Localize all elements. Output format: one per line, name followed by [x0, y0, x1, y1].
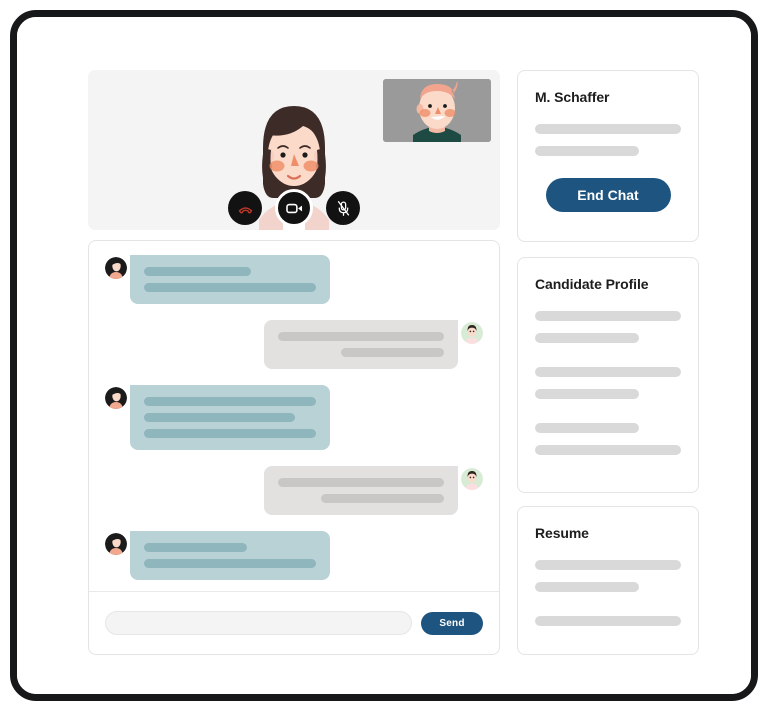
message-text-line — [278, 478, 444, 487]
message-bubble — [264, 320, 458, 369]
contact-name: M. Schaffer — [535, 89, 610, 105]
chat-message-right — [105, 320, 483, 369]
avatar-recruiter-icon — [461, 322, 483, 344]
microphone-muted-icon — [337, 200, 349, 216]
skeleton-line — [535, 311, 681, 321]
device-frame: Send M. Schaffer End Chat Candidate Prof… — [10, 10, 758, 701]
chat-message-left — [105, 531, 483, 580]
message-text-line — [341, 348, 444, 357]
message-text-line — [321, 494, 444, 503]
avatar-candidate — [105, 387, 127, 409]
candidate-profile-title: Candidate Profile — [535, 276, 649, 292]
skeleton-line — [535, 582, 639, 592]
man-illustration — [383, 79, 491, 142]
hang-up-button[interactable] — [228, 191, 262, 225]
skeleton-line — [535, 445, 681, 455]
chat-message-left — [105, 255, 483, 304]
message-input[interactable] — [105, 611, 412, 635]
camera-toggle-button[interactable] — [275, 189, 313, 227]
avatar-candidate-icon — [105, 257, 127, 279]
avatar-candidate-icon — [105, 533, 127, 555]
message-text-line — [278, 332, 444, 341]
end-chat-button[interactable]: End Chat — [545, 178, 671, 212]
resume-card: Resume — [517, 506, 699, 655]
message-bubble — [264, 466, 458, 515]
avatar-candidate-icon — [105, 387, 127, 409]
message-text-line — [144, 543, 247, 552]
message-text-line — [144, 429, 316, 438]
message-bubble — [130, 385, 330, 450]
message-text-line — [144, 267, 251, 276]
microphone-mute-button[interactable] — [326, 191, 360, 225]
resume-title: Resume — [535, 525, 589, 541]
message-text-line — [144, 559, 316, 568]
video-camera-icon — [285, 203, 302, 213]
send-button[interactable]: Send — [421, 611, 483, 635]
self-view-thumbnail[interactable] — [383, 79, 491, 142]
message-text-line — [144, 397, 316, 406]
skeleton-line — [535, 333, 639, 343]
message-list — [89, 249, 499, 591]
chat-panel: Send — [88, 240, 500, 655]
skeleton-line — [535, 146, 639, 156]
avatar-candidate — [105, 533, 127, 555]
skeleton-line — [535, 124, 681, 134]
contact-card: M. Schaffer End Chat — [517, 70, 699, 242]
phone-hangup-icon — [238, 206, 252, 213]
avatar-recruiter — [461, 468, 483, 490]
message-bubble — [130, 255, 330, 304]
avatar-recruiter — [461, 322, 483, 344]
avatar-recruiter-icon — [461, 468, 483, 490]
candidate-profile-card: Candidate Profile — [517, 257, 699, 493]
video-call-panel — [88, 70, 500, 230]
chat-composer: Send — [89, 591, 499, 654]
message-bubble — [130, 531, 330, 580]
skeleton-line — [535, 560, 681, 570]
app-canvas: Send M. Schaffer End Chat Candidate Prof… — [17, 17, 751, 694]
message-text-line — [144, 413, 295, 422]
message-text-line — [144, 283, 316, 292]
chat-message-right — [105, 466, 483, 515]
avatar-candidate — [105, 257, 127, 279]
call-controls-bar — [228, 189, 360, 227]
skeleton-line — [535, 423, 639, 433]
skeleton-line — [535, 616, 681, 626]
skeleton-line — [535, 389, 639, 399]
chat-message-left — [105, 385, 483, 450]
skeleton-line — [535, 367, 681, 377]
